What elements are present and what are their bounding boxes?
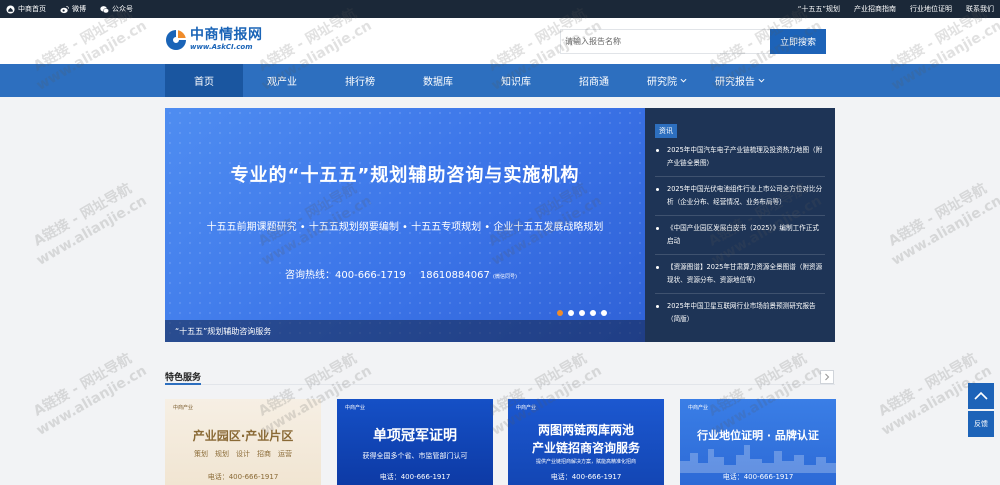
card-title: 两图两链两库两池 xyxy=(537,423,634,437)
top-bar-right: “十五五”规划 产业招商指南 行业地位证明 联系我们 xyxy=(798,4,994,14)
news-item[interactable]: 2025年中国卫星互联网行业市场前景预测研究报告（简版） xyxy=(655,300,825,332)
features-divider xyxy=(165,384,835,385)
hero-banner[interactable]: 专业的“十五五”规划辅助咨询与实施机构 十五五前期课题研究 • 十五五规划纲要编… xyxy=(165,108,645,342)
home-icon xyxy=(6,4,15,14)
nav-item-database[interactable]: 数据库 xyxy=(399,64,477,97)
header: 中商情报网 www.AskCI.com 请输入报告名称 立即搜索 xyxy=(0,18,1000,64)
weibo-icon xyxy=(60,5,69,13)
search-button[interactable]: 立即搜索 xyxy=(770,29,826,54)
news-item[interactable]: 2025年中国光伏电池组件行业上市公司全方位对比分析（企业分布、经营情况、业务布… xyxy=(655,183,825,216)
nav-item-home[interactable]: 首页 xyxy=(165,64,243,97)
card-title: 产业园区·产业片区 xyxy=(192,429,294,443)
top-link-home[interactable]: 中商首页 xyxy=(6,4,46,14)
wechat-icon xyxy=(100,5,109,13)
main-nav-items: 首页 观产业 排行榜 数据库 知识库 招商通 研究院 研究报告 xyxy=(165,64,779,97)
nav-item-institute[interactable]: 研究院 xyxy=(633,64,701,97)
card-brand: 中商产业 xyxy=(516,405,537,411)
back-to-top-button[interactable] xyxy=(968,383,994,409)
chevron-right-icon xyxy=(825,373,830,381)
news-item[interactable]: 《中国产业园区发展白皮书（2025）》编制工作正式启动 xyxy=(655,222,825,255)
card-subtitle: 策划 规划 设计 招商 运营 xyxy=(194,450,292,458)
banner-caption: “十五五”规划辅助咨询服务 xyxy=(165,320,645,342)
logo-text-en: www.AskCI.com xyxy=(190,43,253,51)
top-bar: 中商首页 微博 公众号 “十五五”规划 产业招商指南 行业地位证明 联系我们 xyxy=(0,0,1000,18)
top-link-investment-guide[interactable]: 产业招商指南 xyxy=(854,4,896,14)
nav-item-industry[interactable]: 观产业 xyxy=(243,64,321,97)
top-link-contact[interactable]: 联系我们 xyxy=(966,4,994,14)
card-subtitle: 获得全国多个省、市监管部门认可 xyxy=(362,452,468,460)
card-title: 单项冠军证明 xyxy=(373,428,457,444)
feature-card-brand-cert[interactable]: 中商产业 行业地位证明 · 品牌认证 电话：400-666-1917 xyxy=(680,399,836,485)
news-panel: 资讯 2025年中国汽车电子产业链梳理及投资热力地图（附产业链全景图） 2025… xyxy=(645,108,835,342)
news-item[interactable]: 【资源图谱】2025年甘肃算力资源全景图谱（附资源现状、资源分布、资源地位等） xyxy=(655,261,825,294)
watermark: A链接 - 网址导航www.alianjie.cn xyxy=(30,180,150,269)
banner-dot[interactable] xyxy=(579,310,585,316)
side-float: 反馈 xyxy=(968,383,994,439)
watermark: A链接 - 网址导航www.alianjie.cn xyxy=(885,180,1000,269)
top-link-wechat-label: 公众号 xyxy=(112,5,133,13)
top-link-home-label: 中商首页 xyxy=(18,5,46,13)
card-phone: 电话：400-666-1917 xyxy=(379,473,451,481)
banner-dot[interactable] xyxy=(590,310,596,316)
banner-pagination xyxy=(557,310,607,316)
banner-dot[interactable] xyxy=(601,310,607,316)
card-subtitle: 提供产业链招商解决方案，赋能高精准化招商 xyxy=(535,459,636,465)
logo-icon xyxy=(166,29,186,50)
card-title: 行业地位证明 · 品牌认证 xyxy=(697,429,819,442)
banner-mobile-note: (微信同号) xyxy=(493,274,517,280)
top-link-weibo[interactable]: 微博 xyxy=(60,4,86,14)
site-logo[interactable]: 中商情报网 www.AskCI.com xyxy=(165,28,263,51)
banner-dot[interactable] xyxy=(557,310,563,316)
banner-subtitle: 十五五前期课题研究 • 十五五规划纲要编制 • 十五五专项规划 • 企业十五五发… xyxy=(206,222,604,233)
banner-mobile: 18610884067 (微信同号) xyxy=(419,270,517,281)
nav-item-reports[interactable]: 研究报告 xyxy=(701,64,779,97)
logo-text-cn: 中商情报网 xyxy=(190,27,263,43)
card-phone: 电话：400-666-1917 xyxy=(722,473,794,481)
card-phone: 电话：400-666-1917 xyxy=(207,473,279,481)
top-link-industry-proof[interactable]: 行业地位证明 xyxy=(910,4,952,14)
banner-hotline: 咨询热线：400-666-1719 18610884067 (微信同号) xyxy=(285,266,517,281)
card-phone: 电话：400-666-1917 xyxy=(550,473,622,481)
feature-card-industrial-park[interactable]: 中商产业 产业园区·产业片区 策划 规划 设计 招商 运营 电话：400-666… xyxy=(165,399,321,485)
feature-card-chain-investment[interactable]: 中商产业 两图两链两库两池 产业链招商咨询服务 提供产业链招商解决方案，赋能高精… xyxy=(508,399,664,485)
feature-card-champion-proof[interactable]: 中商产业 单项冠军证明 获得全国多个省、市监管部门认可 电话：400-666-1… xyxy=(337,399,493,485)
banner-hotline-label: 咨询热线：400-666-1719 xyxy=(285,270,406,281)
top-bar-left: 中商首页 微博 公众号 xyxy=(6,4,133,14)
features-next-button[interactable] xyxy=(820,370,834,384)
chevron-down-icon xyxy=(680,78,687,83)
chevron-up-icon xyxy=(974,391,988,400)
nav-item-rankings[interactable]: 排行榜 xyxy=(321,64,399,97)
watermark: A链接 - 网址导航www.alianjie.cn xyxy=(30,350,150,439)
top-link-wechat[interactable]: 公众号 xyxy=(100,4,133,14)
features-title: 特色服务 xyxy=(165,373,202,383)
news-item[interactable]: 2025年中国汽车电子产业链梳理及投资热力地图（附产业链全景图） xyxy=(655,144,825,177)
news-tag: 资讯 xyxy=(655,124,677,138)
card-brand: 中商产业 xyxy=(345,405,366,411)
chevron-down-icon xyxy=(758,78,765,83)
feedback-button[interactable]: 反馈 xyxy=(968,411,994,437)
nav-item-investment[interactable]: 招商通 xyxy=(555,64,633,97)
card-title-line2: 产业链招商咨询服务 xyxy=(531,441,640,455)
card-brand: 中商产业 xyxy=(173,405,194,411)
top-link-weibo-label: 微博 xyxy=(72,5,86,13)
city-skyline-graphic xyxy=(680,445,836,473)
top-link-15th-plan[interactable]: “十五五”规划 xyxy=(798,4,840,14)
nav-item-knowledge[interactable]: 知识库 xyxy=(477,64,555,97)
banner-dot[interactable] xyxy=(568,310,574,316)
search-input[interactable]: 请输入报告名称 xyxy=(560,29,770,54)
search-bar: 请输入报告名称 立即搜索 xyxy=(560,29,826,54)
card-brand: 中商产业 xyxy=(688,405,709,411)
features-title-underline xyxy=(165,383,201,385)
banner-title: 专业的“十五五”规划辅助咨询与实施机构 xyxy=(230,165,580,186)
